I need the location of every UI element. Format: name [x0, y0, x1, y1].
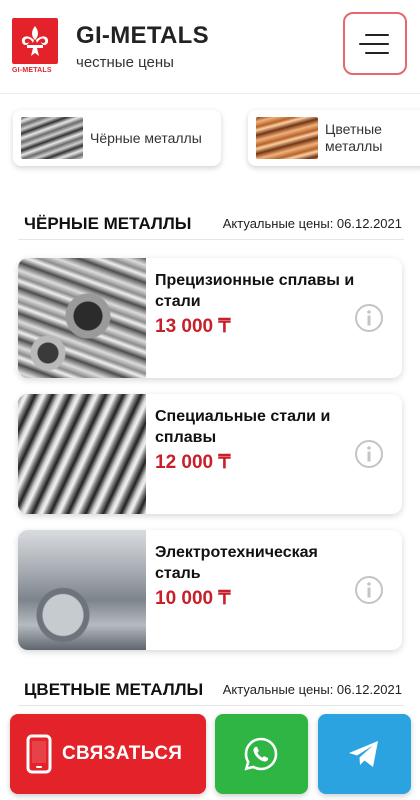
- product-price: 13 000 ₸: [155, 316, 231, 337]
- hamburger-icon-line: [365, 52, 389, 54]
- smartphone-icon: [26, 734, 52, 774]
- category-tab-nonferrous[interactable]: Цветные металлы: [248, 110, 420, 166]
- steel-coils-photo: [18, 530, 146, 650]
- telegram-icon: [349, 741, 378, 767]
- section-header-nonferrous: ЦВЕТНЫЕ МЕТАЛЛЫ Актуальные цены: 06.12.2…: [18, 676, 404, 706]
- profile-tubes-photo: [18, 394, 146, 514]
- app-header: GI-METALS GI-METALS честные цены: [0, 0, 420, 94]
- product-price: 12 000 ₸: [155, 452, 231, 473]
- product-card[interactable]: Прецизионные сплавы и стали 13 000 ₸: [18, 258, 402, 378]
- telegram-button[interactable]: [318, 714, 411, 794]
- product-card[interactable]: Специальные стали и сплавы 12 000 ₸: [18, 394, 402, 514]
- brand-title: GI-METALS: [76, 22, 209, 49]
- prices-date: Актуальные цены: 06.12.2021: [222, 682, 402, 697]
- steel-pipes-thumbnail: [21, 117, 83, 159]
- whatsapp-button[interactable]: [215, 714, 308, 794]
- prices-date: Актуальные цены: 06.12.2021: [222, 216, 402, 231]
- whatsapp-icon: [244, 737, 278, 771]
- logo-caption: GI-METALS: [12, 67, 52, 74]
- brand-subtitle: честные цены: [76, 54, 174, 71]
- contact-button[interactable]: СВЯЗАТЬСЯ: [10, 714, 206, 794]
- contact-button-label: СВЯЗАТЬСЯ: [62, 743, 183, 764]
- category-label: Чёрные металлы: [90, 129, 202, 146]
- product-title: Электротехническая сталь: [155, 544, 318, 582]
- section-title: ЧЁРНЫЕ МЕТАЛЛЫ: [24, 214, 192, 233]
- bottom-action-bar: СВЯЗАТЬСЯ: [0, 706, 420, 800]
- steel-pipes-photo: [18, 258, 146, 378]
- hamburger-icon: [365, 34, 389, 36]
- product-card[interactable]: Электротехническая сталь 10 000 ₸: [18, 530, 402, 650]
- hamburger-icon-line: [359, 43, 389, 45]
- menu-button[interactable]: [343, 12, 407, 75]
- product-price: 10 000 ₸: [155, 588, 231, 609]
- category-tab-ferrous[interactable]: Чёрные металлы: [13, 110, 221, 166]
- brand-logo[interactable]: GI-METALS: [12, 18, 60, 78]
- info-icon[interactable]: [354, 439, 384, 469]
- section-header-ferrous: ЧЁРНЫЕ МЕТАЛЛЫ Актуальные цены: 06.12.20…: [18, 210, 404, 240]
- category-label: Цветные металлы: [325, 121, 383, 154]
- fleur-de-lis-icon: [12, 18, 58, 64]
- section-title: ЦВЕТНЫЕ МЕТАЛЛЫ: [24, 680, 204, 699]
- info-icon[interactable]: [354, 575, 384, 605]
- copper-pipes-thumbnail: [256, 117, 318, 159]
- product-title: Специальные стали и сплавы: [155, 408, 331, 446]
- info-icon[interactable]: [354, 303, 384, 333]
- product-title: Прецизионные сплавы и стали: [155, 272, 355, 310]
